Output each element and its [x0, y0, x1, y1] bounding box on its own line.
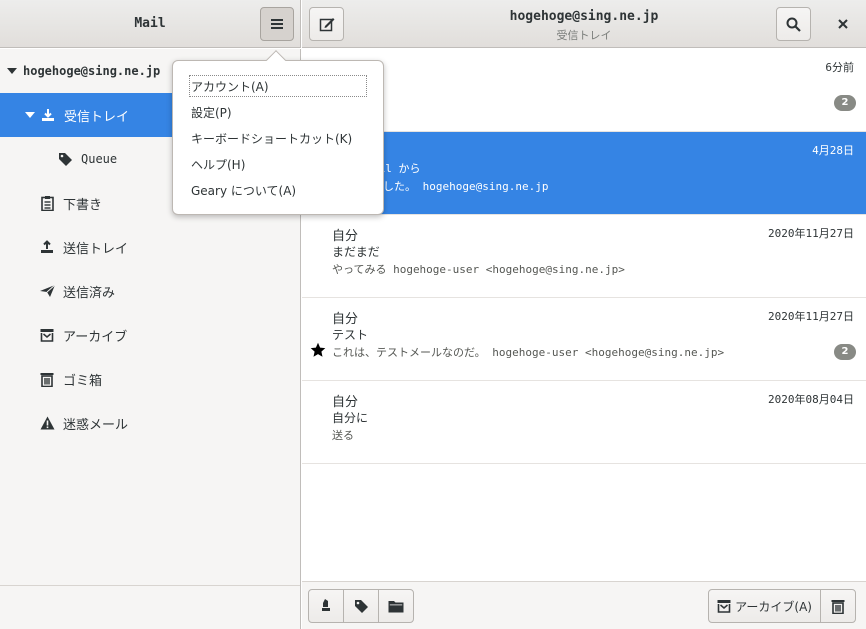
message-action-group — [308, 589, 414, 623]
junk-icon — [39, 415, 55, 431]
sidebar-item-label: 下書き — [63, 197, 103, 213]
message-row[interactable]: 自分 2020年08月04日 自分に 送る — [302, 381, 866, 464]
app-title: Mail — [134, 16, 166, 31]
message-preview: やってみる hogehoge-user <hogehoge@sing.ne.jp… — [332, 263, 625, 276]
message-date: 6分前 — [825, 61, 854, 74]
sidebar-item-outbox[interactable]: 送信トレイ — [0, 225, 300, 269]
marker-icon — [322, 599, 330, 611]
sidebar-item-trash[interactable]: ゴミ箱 — [0, 357, 300, 401]
inbox-icon — [40, 107, 56, 123]
sidebar-item-archive[interactable]: アーカイブ — [0, 313, 300, 357]
main-menu-popover: アカウント(A) 設定(P) キーボードショートカット(K) ヘルプ(H) Ge… — [172, 50, 384, 215]
message-row[interactable]: 自分 2020年11月27日 まだまだ やってみる hogehoge-user … — [302, 215, 866, 298]
sidebar-item-label: 送信トレイ — [63, 241, 129, 257]
close-button[interactable] — [826, 7, 860, 41]
label-button[interactable] — [343, 589, 379, 623]
message-row[interactable]: 4月28日 ail から ました。 hogehoge@sing.ne.jp — [302, 132, 866, 215]
message-subject: テスト — [332, 328, 369, 342]
menu-item-about[interactable]: Geary について(A) — [187, 177, 369, 203]
archive-button-label: アーカイブ(A) — [735, 599, 812, 614]
drafts-icon — [39, 195, 55, 211]
message-toolbar: アーカイブ(A) — [302, 581, 866, 629]
sidebar-item-sent[interactable]: 送信済み — [0, 269, 300, 313]
sidebar-item-label: ゴミ箱 — [63, 373, 103, 389]
message-list[interactable]: 6分前 う。 2 4月28日 ail から ました。 hogehoge@sing… — [302, 49, 866, 581]
message-count-badge: 2 — [834, 95, 856, 111]
message-date: 2020年11月27日 — [768, 310, 854, 323]
sidebar-footer — [0, 585, 300, 629]
message-from: 自分 — [332, 229, 359, 244]
main-menu-button[interactable] — [260, 7, 294, 41]
archive-icon — [717, 600, 731, 613]
sidebar-item-junk[interactable]: 迷惑メール — [0, 401, 300, 445]
menu-item-accounts[interactable]: アカウント(A) — [187, 73, 369, 99]
star-icon[interactable] — [310, 342, 326, 358]
message-subject: 自分に — [332, 411, 369, 425]
message-date: 2020年08月04日 — [768, 393, 854, 406]
message-date: 2020年11月27日 — [768, 227, 854, 240]
sidebar-item-label: Queue — [81, 152, 118, 166]
message-row[interactable]: 6分前 う。 2 — [302, 49, 866, 132]
menu-item-help[interactable]: ヘルプ(H) — [187, 151, 369, 177]
main-header: hogehoge@sing.ne.jp 受信トレイ — [302, 0, 866, 48]
archive-button[interactable]: アーカイブ(A) — [708, 589, 821, 623]
sent-icon — [39, 283, 55, 299]
hamburger-icon — [271, 19, 283, 29]
search-icon — [786, 17, 801, 32]
message-from: 自分 — [332, 395, 359, 410]
message-row[interactable]: 自分 2020年11月27日 テスト これは、テストメールなのだ。 hogeho… — [302, 298, 866, 381]
message-preview: 送る — [332, 429, 354, 442]
sidebar-item-label: 迷惑メール — [63, 417, 129, 433]
search-button[interactable] — [776, 7, 811, 41]
folder-icon — [388, 600, 404, 612]
menu-item-keyboard-shortcuts[interactable]: キーボードショートカット(K) — [187, 125, 369, 151]
sidebar-header: Mail — [0, 0, 301, 48]
tag-icon — [57, 151, 73, 167]
outbox-icon — [39, 239, 55, 255]
expander-down-icon[interactable] — [25, 112, 35, 118]
message-subject: まだまだ — [332, 245, 380, 259]
message-preview: ました。 hogehoge@sing.ne.jp — [372, 180, 549, 193]
trash-icon — [39, 371, 55, 387]
menu-item-preferences[interactable]: 設定(P) — [187, 99, 369, 125]
delete-button[interactable] — [820, 589, 856, 623]
trash-icon — [831, 599, 845, 614]
message-date: 4月28日 — [812, 144, 854, 157]
tag-icon — [354, 599, 368, 613]
sidebar-item-label: 送信済み — [63, 285, 116, 301]
archive-icon — [39, 327, 55, 343]
sidebar-account-label: hogehoge@sing.ne.jp — [23, 64, 161, 78]
sidebar-item-label: 受信トレイ — [64, 109, 130, 125]
expander-down-icon[interactable] — [7, 68, 17, 74]
message-preview: これは、テストメールなのだ。 hogehoge-user <hogehoge@s… — [332, 346, 725, 359]
move-button[interactable] — [378, 589, 414, 623]
message-count-badge: 2 — [834, 344, 856, 360]
message-action-group-right: アーカイブ(A) — [708, 589, 856, 623]
sidebar-item-label: アーカイブ — [63, 329, 128, 345]
message-from: 自分 — [332, 312, 359, 327]
close-icon — [838, 19, 848, 29]
mark-button[interactable] — [308, 589, 344, 623]
